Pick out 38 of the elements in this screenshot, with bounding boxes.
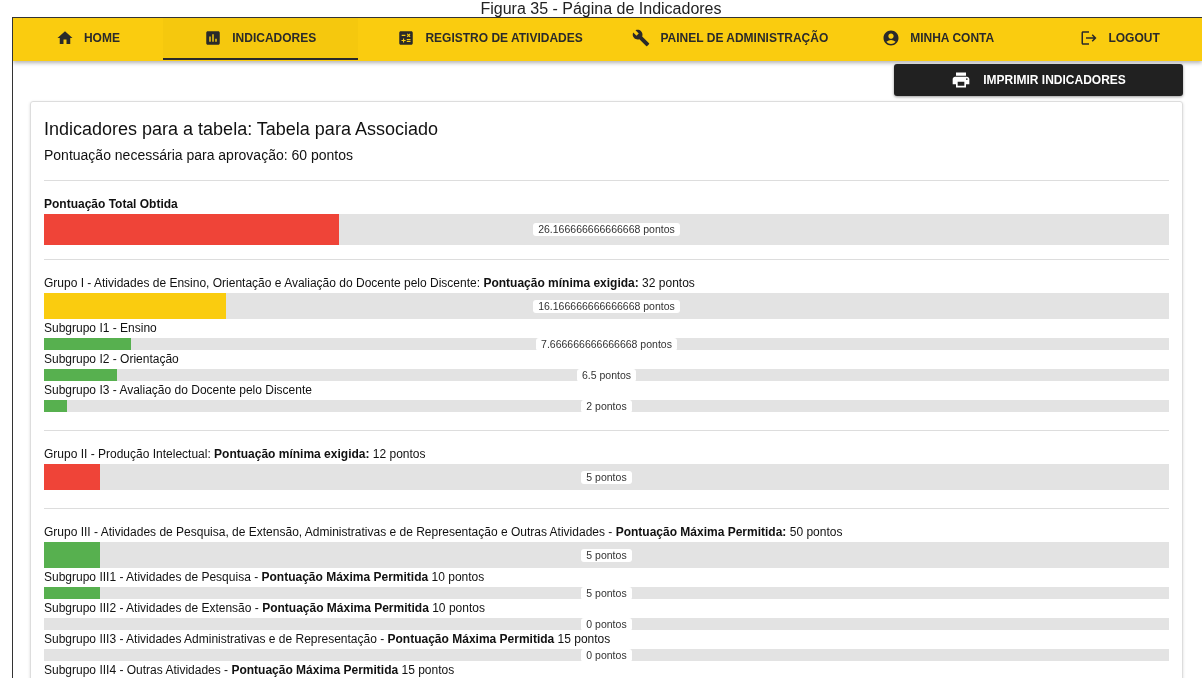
score-reading: 0 pontos bbox=[581, 617, 632, 631]
nav-tab[interactable]: LOGOUT bbox=[1038, 18, 1202, 60]
score-reading: 6.5 pontos bbox=[576, 368, 636, 382]
calculator-icon bbox=[397, 29, 416, 47]
chart-icon bbox=[204, 29, 223, 47]
print-button[interactable]: IMPRIMIR INDICADORES bbox=[894, 64, 1183, 96]
indicator-label: Subgrupo III4 - Outras Atividades - Pontuação Máxima Permitida 15 pontos bbox=[44, 663, 456, 677]
score-reading: 0 pontos bbox=[581, 648, 632, 662]
page-title: Indicadores para a tabela: Tabela para Associado bbox=[44, 118, 439, 140]
nav-tab[interactable]: MINHA CONTA bbox=[838, 18, 1039, 60]
logout-icon bbox=[1080, 29, 1099, 47]
nav-tab[interactable]: INDICADORES bbox=[162, 18, 358, 60]
indicator-label: Grupo II - Produção Intelectual: Pontuação mínima exigida: 12 pontos bbox=[44, 447, 427, 461]
figure-caption: Figura 35 - Página de Indicadores bbox=[480, 0, 722, 17]
printer-icon bbox=[951, 70, 972, 90]
score-reading: 2 pontos bbox=[581, 399, 632, 413]
indicator-label: Subgrupo I1 - Ensino bbox=[44, 321, 158, 335]
score-reading: 26.166666666666668 pontos bbox=[533, 223, 680, 236]
wrench-icon bbox=[632, 29, 651, 47]
score-reading: 5 pontos bbox=[581, 548, 632, 562]
indicator-label: Subgrupo III2 - Atividades de Extensão - Pontuação Máxima Permitida 10 pontos bbox=[44, 601, 486, 615]
indicator-label: Pontuação Total Obtida bbox=[44, 197, 179, 211]
indicator-label: Subgrupo III3 - Atividades Administrativas e de Representação - Pontuação Máxima Permitida 15 pontos bbox=[44, 632, 612, 646]
score-reading: 5 pontos bbox=[581, 470, 632, 484]
indicator-label: Grupo III - Atividades de Pesquisa, de Extensão, Administrativas e de Representação e Outras Atividades - Pontuação Máxima Permitida: 50 pontos bbox=[44, 525, 844, 539]
subtitle: Pontuação necessária para aprovação: 60 pontos bbox=[44, 146, 354, 164]
score-reading: 5 pontos bbox=[581, 586, 632, 600]
nav-tab[interactable]: REGISTRO DE ATIVIDADES bbox=[357, 18, 623, 60]
account-icon bbox=[882, 29, 901, 47]
indicator-label: Grupo I - Atividades de Ensino, Orientação e Avaliação do Docente pelo Discente: Pontuação mínima exigida: 32 pontos bbox=[44, 276, 696, 290]
indicator-label: Subgrupo I3 - Avaliação do Docente pelo Discente bbox=[44, 383, 313, 397]
home-icon bbox=[55, 29, 74, 47]
nav-tab[interactable]: HOME bbox=[13, 18, 163, 60]
indicator-label: Subgrupo I2 - Orientação bbox=[44, 352, 180, 366]
score-reading: 16.166666666666668 pontos bbox=[533, 299, 680, 313]
nav-tab[interactable]: PAINEL DE ADMINISTRAÇÃO bbox=[622, 18, 839, 60]
indicator-label: Subgrupo III1 - Atividades de Pesquisa - Pontuação Máxima Permitida 10 pontos bbox=[44, 570, 486, 584]
score-reading: 7.666666666666668 pontos bbox=[536, 337, 677, 351]
